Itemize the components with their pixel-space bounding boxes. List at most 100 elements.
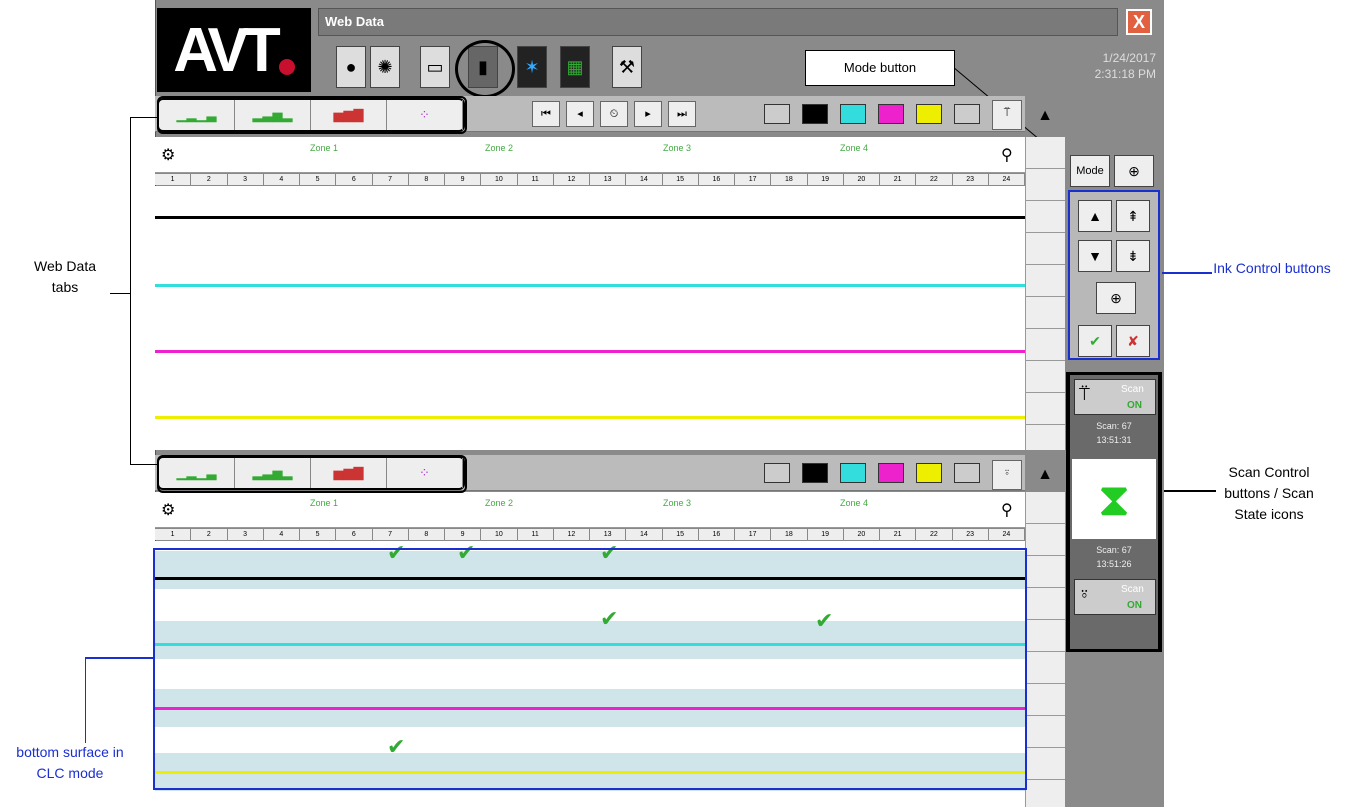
column-number: 7 xyxy=(373,174,409,185)
bottom-zone-header: ⚙ Zone 1 Zone 2 Zone 3 Zone 4 ⚲ xyxy=(155,492,1025,528)
prev-button[interactable]: ◂ xyxy=(566,101,594,127)
gear-icon[interactable]: ⚙ xyxy=(161,145,175,165)
color-swatch[interactable] xyxy=(802,104,828,124)
scan-arrow xyxy=(1164,490,1216,492)
accept-icon[interactable]: ✔ xyxy=(1078,325,1112,357)
zone-label: Zone 2 xyxy=(485,143,514,153)
colors-icon[interactable]: ● xyxy=(336,46,366,88)
gear-icon[interactable]: ⚙ xyxy=(161,500,175,520)
tabs-highlight-top xyxy=(157,96,467,134)
column-number: 5 xyxy=(300,174,337,185)
column-number: 24 xyxy=(989,174,1025,185)
column-number: 7 xyxy=(373,529,409,540)
crosshair-icon[interactable]: ⊕ xyxy=(1114,155,1154,187)
mode-button[interactable]: Mode xyxy=(1070,155,1110,187)
highlight-circle xyxy=(455,40,515,98)
column-number: 17 xyxy=(735,174,772,185)
color-swatch[interactable] xyxy=(878,104,904,124)
column-number: 2 xyxy=(191,174,228,185)
column-number: 15 xyxy=(663,529,699,540)
top-column-numbers: 1 2 3 4 5 6 7 8 9 10 11 12 13 14 15 16 17 18 19 20 21 22 23 24 xyxy=(155,173,1025,185)
column-number: 18 xyxy=(771,174,808,185)
column-number: 14 xyxy=(626,529,663,540)
bracket-line xyxy=(130,117,131,464)
color-swatch[interactable] xyxy=(840,463,866,483)
column-number: 12 xyxy=(554,174,590,185)
settings-icon[interactable]: ✺ xyxy=(370,46,400,88)
next-button[interactable]: ▸ xyxy=(634,101,662,127)
datetime: 1/24/2017 2:31:18 PM xyxy=(1094,51,1156,81)
black-ink-line xyxy=(155,216,1025,219)
center-icon[interactable]: ⊕ xyxy=(1096,282,1136,314)
color-swatch[interactable] xyxy=(764,463,790,483)
column-number: 16 xyxy=(699,174,735,185)
column-number: 21 xyxy=(880,174,917,185)
tabs-highlight-bottom xyxy=(157,455,467,493)
first-button[interactable]: ⏮ xyxy=(532,101,560,127)
column-number: 23 xyxy=(953,174,989,185)
color-swatch[interactable] xyxy=(916,463,942,483)
up-icon[interactable]: ▲ xyxy=(1078,200,1112,232)
bracket-line xyxy=(130,464,157,465)
close-button[interactable]: X xyxy=(1126,9,1152,35)
reject-icon[interactable]: ✘ xyxy=(1116,325,1150,357)
top-zone-header: ⚙ Zone 1 Zone 2 Zone 3 Zone 4 ⚲ xyxy=(155,137,1025,173)
color-swatch[interactable] xyxy=(954,104,980,124)
person-icon[interactable]: ⚲ xyxy=(1001,500,1013,520)
magenta-ink-line xyxy=(155,350,1025,353)
collapse-up-icon[interactable]: ▲ xyxy=(1030,104,1060,124)
column-number: 16 xyxy=(699,529,735,540)
zone-label: Zone 1 xyxy=(310,498,339,508)
scan-panel-highlight xyxy=(1066,372,1162,652)
column-number: 14 xyxy=(626,174,663,185)
color-swatch[interactable] xyxy=(954,463,980,483)
scan-control-label: Scan Control buttons / Scan State icons xyxy=(1224,464,1314,522)
column-number: 11 xyxy=(518,529,554,540)
down-icon[interactable]: ▼ xyxy=(1078,240,1112,272)
scan-head-bottom-icon[interactable]: ⍤ xyxy=(992,460,1022,490)
bottom-arrow xyxy=(85,657,86,743)
top-plot-area xyxy=(155,186,1025,450)
tools-icon[interactable]: ⚒ xyxy=(612,46,642,88)
window-icon[interactable]: ▭ xyxy=(420,46,450,88)
column-number: 24 xyxy=(989,529,1025,540)
column-number: 8 xyxy=(409,174,445,185)
zone-label: Zone 3 xyxy=(663,498,692,508)
color-swatch[interactable] xyxy=(878,463,904,483)
column-number: 2 xyxy=(191,529,228,540)
column-number: 20 xyxy=(844,174,880,185)
color-swatch[interactable] xyxy=(802,463,828,483)
collapse-up-icon[interactable]: ▲ xyxy=(1030,463,1060,483)
column-number: 17 xyxy=(735,529,772,540)
column-number: 1 xyxy=(155,174,192,185)
column-number: 12 xyxy=(554,529,590,540)
column-number: 11 xyxy=(518,174,554,185)
color-swatch[interactable] xyxy=(840,104,866,124)
column-number: 6 xyxy=(336,174,373,185)
scan-head-icon[interactable]: ⍡ xyxy=(992,100,1022,130)
fast-up-icon[interactable]: ⇞ xyxy=(1116,200,1150,232)
last-button[interactable]: ⏭ xyxy=(668,101,696,127)
color-swatch[interactable] xyxy=(916,104,942,124)
graph-icon[interactable]: ✶ xyxy=(517,46,547,88)
color-swatch[interactable] xyxy=(764,104,790,124)
bracket-line xyxy=(130,117,157,118)
column-number: 3 xyxy=(228,529,264,540)
display-icon[interactable]: ▦ xyxy=(560,46,590,88)
zone-label: Zone 4 xyxy=(840,498,869,508)
clock-button[interactable]: ⏲ xyxy=(600,101,628,127)
bottom-right-column xyxy=(1025,492,1065,807)
bottom-column-numbers: 1 2 3 4 5 6 7 8 9 10 11 12 13 14 15 16 17 18 19 20 21 22 23 24 xyxy=(155,528,1025,540)
column-number: 10 xyxy=(481,529,518,540)
column-number: 18 xyxy=(771,529,808,540)
column-number: 20 xyxy=(844,529,880,540)
column-number: 19 xyxy=(808,529,844,540)
ink-arrow xyxy=(1162,272,1212,274)
mode-button-callout: Mode button xyxy=(805,50,955,86)
web-data-tabs-label: Web Data tabs xyxy=(34,258,96,295)
fast-down-icon[interactable]: ⇟ xyxy=(1116,240,1150,272)
person-icon[interactable]: ⚲ xyxy=(1001,145,1013,165)
column-number: 8 xyxy=(409,529,445,540)
zone-label: Zone 4 xyxy=(840,143,869,153)
ink-control-label: Ink Control buttons xyxy=(1213,260,1331,276)
